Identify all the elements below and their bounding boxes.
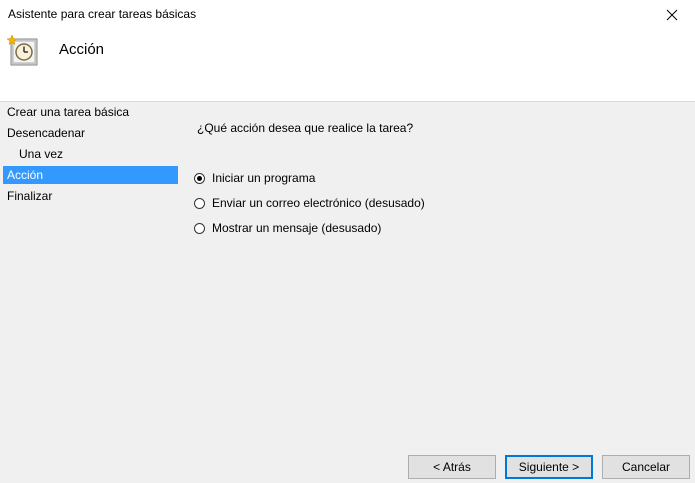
close-icon <box>666 9 678 21</box>
radio-button[interactable] <box>194 197 205 209</box>
option-show-message[interactable]: Mostrar un mensaje (desusado) <box>194 220 381 236</box>
radio-button[interactable] <box>194 222 205 234</box>
wizard-header: Acción <box>0 30 695 102</box>
page-title: Acción <box>59 41 105 58</box>
wizard-steps-sidebar: Crear una tarea básica Desencadenar Una … <box>3 101 179 483</box>
sidebar-item-finalizar[interactable]: Finalizar <box>3 187 178 205</box>
window-title: Asistente para crear tareas básicas <box>8 7 197 21</box>
sidebar-item-accion[interactable]: Acción <box>3 166 178 184</box>
title-bar: Asistente para crear tareas básicas <box>0 0 695 30</box>
close-button[interactable] <box>649 0 695 30</box>
sidebar-item-desencadenar[interactable]: Desencadenar <box>3 124 178 142</box>
next-button[interactable]: Siguiente > <box>505 455 593 479</box>
task-scheduler-icon <box>7 34 38 66</box>
option-start-program[interactable]: Iniciar un programa <box>194 170 315 186</box>
radio-button-checked[interactable] <box>194 172 205 184</box>
option-send-email[interactable]: Enviar un correo electrónico (desusado) <box>194 195 425 211</box>
sidebar-item-crear-tarea[interactable]: Crear una tarea básica <box>3 103 178 121</box>
option-label[interactable]: Mostrar un mensaje (desusado) <box>212 221 381 235</box>
back-button[interactable]: < Atrás <box>408 455 496 479</box>
action-question: ¿Qué acción desea que realice la tarea? <box>197 121 414 135</box>
cancel-button[interactable]: Cancelar <box>602 455 690 479</box>
option-label[interactable]: Iniciar un programa <box>212 171 315 185</box>
option-label[interactable]: Enviar un correo electrónico (desusado) <box>212 196 425 210</box>
sidebar-item-una-vez[interactable]: Una vez <box>3 145 178 163</box>
